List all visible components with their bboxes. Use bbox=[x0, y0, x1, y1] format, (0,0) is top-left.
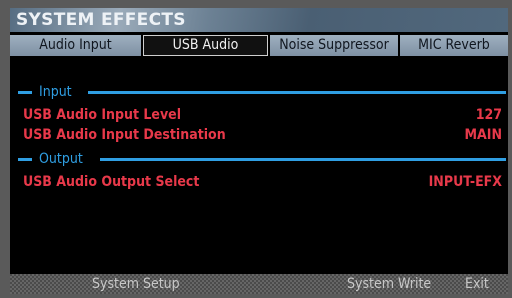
title-bar: SYSTEM EFFECTS bbox=[10, 8, 508, 32]
section-header-input: Input bbox=[10, 84, 508, 100]
section-label-input: Input bbox=[39, 84, 72, 100]
page-title: SYSTEM EFFECTS bbox=[16, 10, 186, 30]
function-bar: System Setup System Write Exit bbox=[10, 274, 508, 294]
tab-noise-suppressor[interactable]: Noise Suppressor bbox=[270, 35, 398, 56]
param-label: USB Audio Input Destination bbox=[23, 127, 226, 143]
section-dash bbox=[18, 91, 32, 94]
section-label-output: Output bbox=[39, 151, 83, 167]
device-screen: SYSTEM EFFECTS Audio Input USB Audio Noi… bbox=[10, 8, 508, 294]
tab-bar: Audio Input USB Audio Noise Suppressor M… bbox=[10, 35, 508, 56]
param-value[interactable]: INPUT-EFX bbox=[429, 173, 502, 191]
system-write-button[interactable]: System Write bbox=[347, 276, 431, 292]
section-header-output: Output bbox=[10, 151, 508, 167]
param-row-input-destination[interactable]: USB Audio Input Destination MAIN bbox=[10, 126, 508, 144]
section-rule bbox=[100, 158, 506, 161]
param-value[interactable]: MAIN bbox=[464, 126, 502, 144]
system-setup-button[interactable]: System Setup bbox=[92, 276, 180, 292]
section-rule bbox=[88, 91, 506, 94]
tab-audio-input[interactable]: Audio Input bbox=[10, 35, 141, 56]
exit-button[interactable]: Exit bbox=[465, 276, 489, 292]
param-label: USB Audio Output Select bbox=[23, 174, 200, 190]
param-row-output-select[interactable]: USB Audio Output Select INPUT-EFX bbox=[10, 173, 508, 191]
section-dash bbox=[18, 158, 32, 161]
param-value[interactable]: 127 bbox=[476, 106, 502, 124]
param-row-input-level[interactable]: USB Audio Input Level 127 bbox=[10, 106, 508, 124]
param-label: USB Audio Input Level bbox=[23, 107, 182, 123]
tab-mic-reverb[interactable]: MIC Reverb bbox=[400, 35, 508, 56]
tab-usb-audio[interactable]: USB Audio bbox=[143, 35, 268, 56]
